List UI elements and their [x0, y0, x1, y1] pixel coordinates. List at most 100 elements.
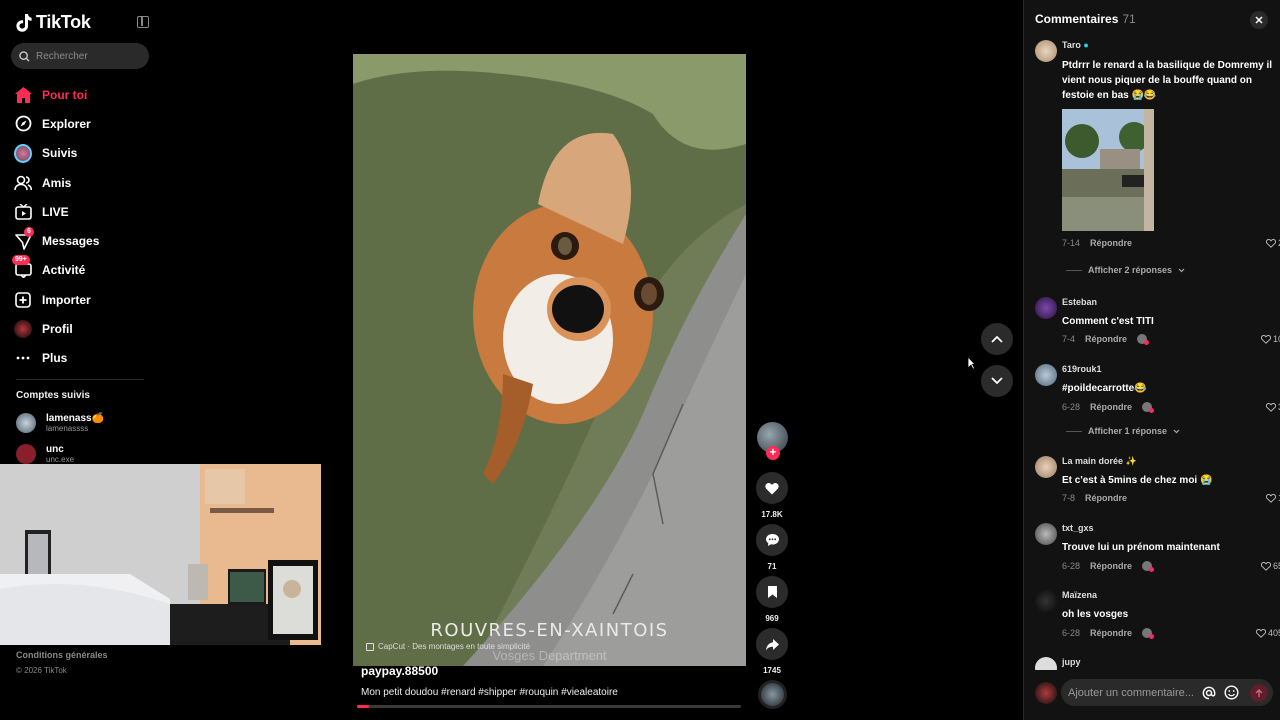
avatar [16, 444, 36, 464]
heart-outline-icon [1265, 238, 1276, 248]
like-count: 17.8K [761, 510, 783, 519]
tiktok-logo-icon [16, 13, 32, 32]
nav-item-explorer[interactable]: Explorer [14, 109, 154, 138]
comment-meta: 7-14 Répondre [1062, 238, 1132, 248]
comment-like[interactable]: 405 [1253, 628, 1280, 638]
music-disc-avatar[interactable] [758, 680, 787, 709]
avatar[interactable] [1035, 40, 1057, 62]
followed-account[interactable]: lamenass🍊 lamenassss [16, 413, 104, 433]
video-player[interactable]: ROUVRES-EN-XAINTOIS Vosges Department Ca… [353, 54, 746, 666]
tiktok-logo[interactable]: TikTok [16, 12, 91, 33]
followed-account[interactable]: unc unc.exe [16, 444, 74, 464]
video-progress-bar[interactable] [357, 705, 741, 708]
comment-username[interactable]: Esteban [1062, 297, 1097, 307]
activity-badge: 99+ [12, 255, 30, 266]
comment-input-box[interactable] [1061, 679, 1273, 706]
video-frame-fox [353, 54, 746, 666]
chevron-down-icon [991, 377, 1003, 385]
show-replies-button[interactable]: Afficher 1 réponse [1066, 426, 1180, 436]
comment-like[interactable]: 1 [1253, 493, 1280, 503]
capcut-watermark[interactable]: CapCut · Des montages en toute simplicit… [366, 642, 530, 651]
mention-at-icon[interactable] [1202, 686, 1216, 700]
previous-video-button[interactable] [981, 323, 1013, 355]
reply-button[interactable]: Répondre [1085, 493, 1127, 503]
avatar[interactable] [1035, 523, 1057, 545]
comment-username[interactable]: txt_gxs [1062, 523, 1094, 533]
comment-text: oh les vosges [1062, 609, 1129, 620]
avatar[interactable] [1035, 364, 1057, 386]
nav-item-plus[interactable]: Plus [14, 344, 154, 373]
comment-date: 6-28 [1062, 628, 1081, 638]
reply-button[interactable]: Répondre [1090, 402, 1132, 412]
comment-action: 71 [756, 524, 788, 571]
comment-username[interactable]: 619rouk1 [1062, 364, 1102, 374]
avatar[interactable] [1035, 590, 1057, 612]
nav-item-suivis[interactable]: Suivis [14, 139, 154, 168]
close-comments-button[interactable] [1250, 11, 1268, 29]
nav-label: Plus [42, 351, 68, 366]
send-comment-button[interactable] [1250, 684, 1268, 702]
comment-like[interactable]: 65 [1253, 561, 1280, 571]
reply-line [1066, 269, 1082, 271]
comment-username[interactable]: Maïzena [1062, 590, 1097, 600]
comment-like-count: 10 [1272, 334, 1280, 344]
heart-outline-icon [1265, 402, 1276, 412]
comment-like[interactable]: 10 [1253, 334, 1280, 344]
comment-image-attachment[interactable] [1062, 109, 1154, 231]
upload-icon [14, 291, 32, 309]
nav-item-amis[interactable]: Amis [14, 168, 154, 197]
search-input[interactable] [36, 50, 136, 62]
share-button[interactable] [756, 628, 788, 660]
follow-plus-button[interactable]: + [766, 446, 780, 460]
collapse-sidebar-icon[interactable] [137, 16, 149, 28]
comment-bubble-icon [765, 534, 779, 546]
save-count: 969 [765, 614, 779, 623]
save-button[interactable] [756, 576, 788, 608]
search-icon [19, 50, 30, 62]
share-action: 1745 [756, 628, 788, 675]
compass-icon [14, 115, 32, 133]
search-bar[interactable] [11, 43, 149, 69]
nav-item-activite[interactable]: 99+ Activité [12, 255, 154, 285]
avatar[interactable] [1035, 456, 1057, 478]
like-button[interactable] [756, 472, 788, 504]
nav-item-importer[interactable]: Importer [14, 285, 154, 314]
reply-button[interactable]: Répondre [1090, 628, 1132, 638]
comment-like[interactable]: 3 [1253, 402, 1280, 412]
comment-item: Esteban Comment c'est TITI 7-4 Répondre 1… [1035, 297, 1280, 347]
messages-icon: 6 [14, 227, 34, 250]
creator-liked-icon [1142, 402, 1155, 413]
nav-item-pour-toi[interactable]: Pour toi [14, 80, 154, 109]
comment-like-count: 65 [1272, 561, 1280, 571]
copyright: © 2026 TikTok [16, 666, 67, 675]
sidebar-divider [16, 379, 144, 380]
nav-item-live[interactable]: LIVE [14, 197, 154, 226]
show-replies-button[interactable]: Afficher 2 réponses [1066, 265, 1185, 275]
location-overlay-text: ROUVRES-EN-XAINTOIS [430, 620, 669, 641]
comment-button[interactable] [756, 524, 788, 556]
heart-outline-icon [1255, 628, 1266, 638]
comment-item: La main dorée ✨ Et c'est à 5mins de chez… [1035, 456, 1280, 506]
comment-username[interactable]: La main dorée ✨ [1062, 456, 1137, 467]
nav-label: Profil [42, 322, 73, 337]
reply-button[interactable]: Répondre [1090, 238, 1132, 248]
comment-text: Comment c'est TITI [1062, 316, 1154, 327]
avatar[interactable] [1035, 657, 1057, 671]
reply-line [1066, 430, 1082, 432]
comment-user[interactable]: Taro ● [1062, 40, 1089, 50]
emoji-icon[interactable] [1224, 685, 1239, 700]
comment-text: #poildecarrotte😂 [1062, 383, 1147, 394]
comment-username[interactable]: jupy [1062, 657, 1081, 667]
reply-button[interactable]: Répondre [1085, 334, 1127, 344]
video-author[interactable]: paypay.88500 [361, 664, 438, 678]
comment-input[interactable] [1068, 686, 1198, 699]
nav-item-profil[interactable]: Profil [14, 314, 154, 343]
account-name: unc [46, 444, 64, 455]
next-video-button[interactable] [981, 365, 1013, 397]
terms-link[interactable]: Conditions générales [16, 650, 108, 660]
following-avatar-icon [14, 143, 32, 163]
avatar[interactable] [1035, 297, 1057, 319]
reply-button[interactable]: Répondre [1090, 561, 1132, 571]
comment-like[interactable]: 2 [1253, 238, 1280, 248]
nav-item-messages[interactable]: 6 Messages [14, 226, 154, 255]
